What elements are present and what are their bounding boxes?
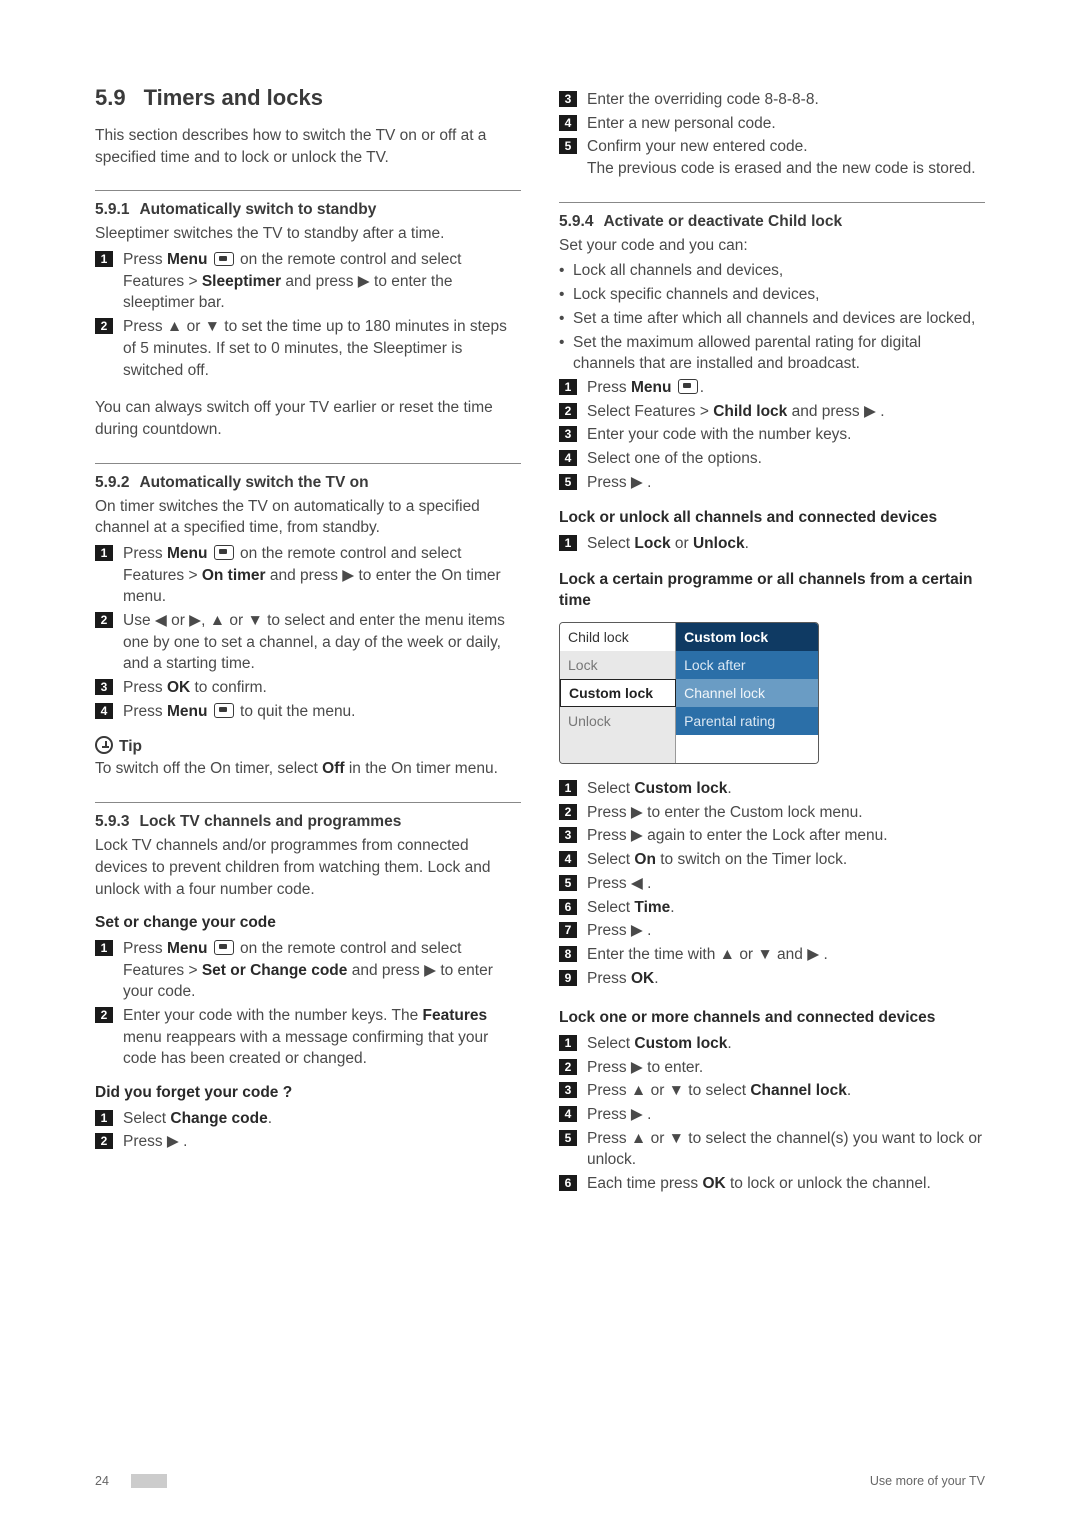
sub-594-desc: Set your code and you can: bbox=[559, 235, 985, 257]
section-num: 5.9 bbox=[95, 85, 126, 110]
forgot-code-heading: Did you forget your code ? bbox=[95, 1082, 521, 1104]
menu-cell: Lock after bbox=[676, 651, 818, 679]
step-set-2: 2 Enter your code with the number keys. … bbox=[95, 1005, 521, 1070]
step-forgot-1: 1Select Change code. bbox=[95, 1108, 521, 1130]
bullet-item: Set the maximum allowed parental rating … bbox=[559, 332, 985, 375]
menu-cell: Child lock bbox=[560, 623, 676, 651]
sub-591-num: 5.9.1 bbox=[95, 201, 129, 218]
step-lockone-3: 3Press ▲ or ▼ to select Channel lock. bbox=[559, 1080, 985, 1102]
step-badge-2: 2 bbox=[95, 318, 113, 334]
step-forgot-2: 2Press ▶ . bbox=[95, 1131, 521, 1153]
page-footer: 24 Use more of your TV bbox=[95, 1474, 985, 1488]
step-lockone-2: 2Press ▶ to enter. bbox=[559, 1057, 985, 1079]
menu-cell-selected: Custom lock bbox=[560, 679, 676, 707]
step-lockone-4: 4Press ▶ . bbox=[559, 1104, 985, 1126]
step-custom-1: 1Select Custom lock. bbox=[559, 778, 985, 800]
step-custom-5: 5Press ◀ . bbox=[559, 873, 985, 895]
divider bbox=[95, 802, 521, 803]
section-name: Timers and locks bbox=[144, 85, 323, 110]
step-r-3: 3Enter the overriding code 8-8-8-8. bbox=[559, 89, 985, 111]
bullet-item: Set a time after which all channels and … bbox=[559, 308, 985, 330]
sub-591-note: You can always switch off your TV earlie… bbox=[95, 397, 521, 440]
divider bbox=[95, 190, 521, 191]
menu-icon bbox=[214, 252, 234, 267]
menu-cell: Channel lock bbox=[676, 679, 818, 707]
step-lockone-5: 5Press ▲ or ▼ to select the channel(s) y… bbox=[559, 1128, 985, 1171]
sub-592-title: 5.9.2Automatically switch the TV on bbox=[95, 474, 521, 492]
step-592-2: 2Use ◀ or ▶, ▲ or ▼ to select and enter … bbox=[95, 610, 521, 675]
divider bbox=[559, 202, 985, 203]
step-r-4: 4Enter a new personal code. bbox=[559, 113, 985, 135]
lock-certain-heading: Lock a certain programme or all channels… bbox=[559, 569, 985, 612]
step-custom-8: 8Enter the time with ▲ or ▼ and ▶ . bbox=[559, 944, 985, 966]
lock-one-heading: Lock one or more channels and connected … bbox=[559, 1007, 985, 1029]
step-594-3: 3Enter your code with the number keys. bbox=[559, 424, 985, 446]
step-custom-4: 4Select On to switch on the Timer lock. bbox=[559, 849, 985, 871]
sub-591-title: 5.9.1Automatically switch to standby bbox=[95, 201, 521, 219]
section-title: 5.9 Timers and locks bbox=[95, 85, 521, 111]
menu-icon bbox=[214, 545, 234, 560]
step-r-5: 5Confirm your new entered code.The previ… bbox=[559, 136, 985, 179]
sub-591-desc: Sleeptimer switches the TV to standby af… bbox=[95, 223, 521, 245]
step-592-4: 4Press Menu to quit the menu. bbox=[95, 701, 521, 723]
step-lockone-1: 1Select Custom lock. bbox=[559, 1033, 985, 1055]
tip-text: To switch off the On timer, select Off i… bbox=[95, 758, 521, 780]
step-591-2: 2Press ▲ or ▼ to set the time up to 180 … bbox=[95, 316, 521, 381]
step-custom-7: 7Press ▶ . bbox=[559, 920, 985, 942]
page-number: 24 bbox=[95, 1474, 109, 1488]
step-594-1: 1Press Menu . bbox=[559, 377, 985, 399]
step-592-1: 1 Press Menu on the remote control and s… bbox=[95, 543, 521, 608]
menu-widget: Child lockCustom lock LockLock after Cus… bbox=[559, 622, 819, 764]
menu-cell: Parental rating bbox=[676, 707, 818, 735]
sub-593-desc: Lock TV channels and/or programmes from … bbox=[95, 835, 521, 900]
step-592-3: 3Press OK to confirm. bbox=[95, 677, 521, 699]
lock-all-heading: Lock or unlock all channels and connecte… bbox=[559, 507, 985, 529]
step-set-1: 1 Press Menu on the remote control and s… bbox=[95, 938, 521, 1003]
menu-icon bbox=[214, 940, 234, 955]
step-lockall-1: 1Select Lock or Unlock. bbox=[559, 533, 985, 555]
footer-label: Use more of your TV bbox=[870, 1474, 985, 1488]
step-custom-3: 3Press ▶ again to enter the Lock after m… bbox=[559, 825, 985, 847]
menu-cell bbox=[676, 735, 818, 763]
sub-593-title: 5.9.3Lock TV channels and programmes bbox=[95, 813, 521, 831]
step-594-4: 4Select one of the options. bbox=[559, 448, 985, 470]
step-594-2: 2Select Features > Child lock and press … bbox=[559, 401, 985, 423]
step-custom-9: 9Press OK. bbox=[559, 968, 985, 990]
step-lockone-6: 6Each time press OK to lock or unlock th… bbox=[559, 1173, 985, 1195]
step-591-1: 1 Press Menu on the remote control and s… bbox=[95, 249, 521, 314]
menu-cell: Unlock bbox=[560, 707, 676, 735]
menu-cell bbox=[560, 735, 676, 763]
footer-tab-icon bbox=[131, 1474, 167, 1488]
menu-cell: Custom lock bbox=[676, 623, 818, 651]
section-intro: This section describes how to switch the… bbox=[95, 125, 521, 168]
bullet-item: Lock all channels and devices, bbox=[559, 260, 985, 282]
menu-icon bbox=[214, 703, 234, 718]
tip-heading: Tip bbox=[95, 736, 521, 756]
step-custom-6: 6Select Time. bbox=[559, 897, 985, 919]
menu-icon bbox=[678, 379, 698, 394]
tip-icon bbox=[95, 736, 113, 754]
step-badge-1: 1 bbox=[95, 251, 113, 267]
sub-592-desc: On timer switches the TV on automaticall… bbox=[95, 496, 521, 539]
divider bbox=[95, 463, 521, 464]
menu-cell: Lock bbox=[560, 651, 676, 679]
bullet-item: Lock specific channels and devices, bbox=[559, 284, 985, 306]
sub-594-title: 5.9.4Activate or deactivate Child lock bbox=[559, 213, 985, 231]
bullet-list: Lock all channels and devices, Lock spec… bbox=[559, 260, 985, 374]
step-custom-2: 2Press ▶ to enter the Custom lock menu. bbox=[559, 802, 985, 824]
step-594-5: 5Press ▶ . bbox=[559, 472, 985, 494]
set-code-heading: Set or change your code bbox=[95, 912, 521, 934]
